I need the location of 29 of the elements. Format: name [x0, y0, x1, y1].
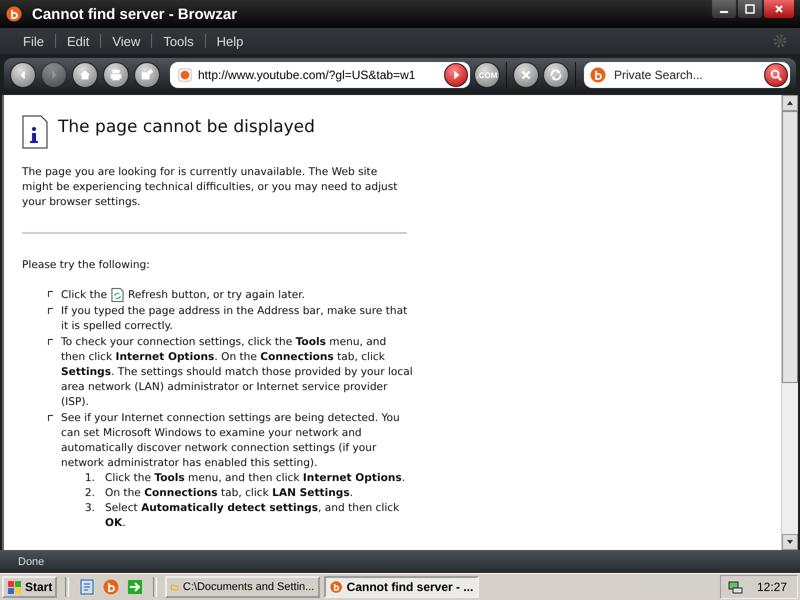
step-number: 3.: [84, 501, 95, 516]
list-text: See if your Internet connection settings are being detected. You can set Microsoft Windows to examine your network and automatically discover network connection settings (if your network administrator has enabled this setting).: [61, 412, 400, 469]
step-text: Click the Tools menu, and then click Internet Options.: [105, 471, 406, 486]
address-bar[interactable]: http://www.youtube.com/?gl=US&tab=w1: [170, 62, 470, 88]
menu-item[interactable]: File: [12, 34, 55, 48]
try-heading: Please try the following:: [22, 258, 151, 273]
search-field[interactable]: Private Search...: [614, 68, 756, 82]
list-text: Refresh button, or try again later.: [128, 288, 305, 302]
clock: 12:27: [756, 580, 787, 594]
taskbar-button[interactable]: Cannot find server - ...: [324, 576, 480, 598]
address-field[interactable]: http://www.youtube.com/?gl=US&tab=w1: [198, 68, 438, 82]
step-number: 1.: [84, 471, 95, 486]
menu-item[interactable]: Tools: [152, 34, 205, 48]
list-text: If you typed the page address in the Address bar, make sure that it is spelled correctly.: [61, 305, 408, 332]
status-text: Done: [18, 556, 44, 568]
list-text: Click the: [61, 288, 107, 302]
page-heading: The page cannot be displayed: [58, 116, 315, 139]
list-text: To check your connection settings, click the Tools menu, and then click Internet Options. On the Connections tab, click Settings. The settings should match those provided by your local area network (LAN) administrator or Internet service provider (ISP).: [61, 336, 413, 408]
search-bar[interactable]: Private Search...: [584, 62, 790, 88]
intro-paragraph: The page you are looking for is currently unavailable. The Web site might be experiencing technical difficulties, or you may need to adjust your browser settings.: [22, 165, 398, 210]
step-text: Select Automatically detect settings, and then click OK.: [105, 501, 400, 531]
taskbar-button[interactable]: C:\Documents and Settin...: [165, 576, 320, 598]
menu-item[interactable]: Edit: [56, 34, 100, 48]
step-number: 2.: [84, 486, 95, 501]
menu-item[interactable]: Help: [206, 34, 254, 48]
menu-item[interactable]: View: [101, 34, 152, 48]
step-text: On the Connections tab, click LAN Settings.: [105, 486, 354, 501]
start-button[interactable]: Start: [2, 576, 58, 598]
window-title: Cannot find server - Browzar: [32, 6, 238, 22]
